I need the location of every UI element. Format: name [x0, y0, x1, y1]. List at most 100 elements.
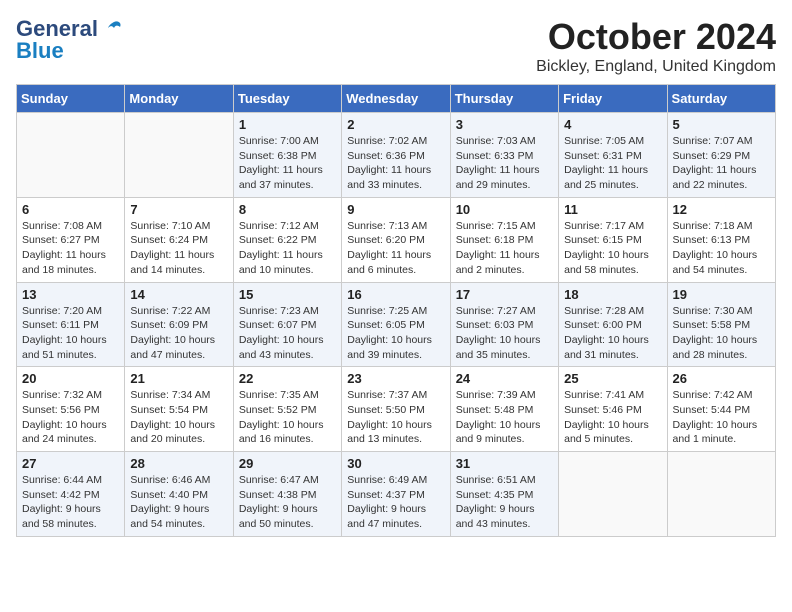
- table-row: 29Sunrise: 6:47 AM Sunset: 4:38 PM Dayli…: [233, 452, 341, 537]
- header-monday: Monday: [125, 85, 233, 113]
- table-row: 18 Sunrise: 7:28 AM Sunset: 6:00 PM Dayli…: [559, 282, 667, 367]
- table-row: 25 Sunrise: 7:41 AM Sunset: 5:46 PM Dayli…: [559, 367, 667, 452]
- table-row: 16 Sunrise: 7:25 AM Sunset: 6:05 PM Dayli…: [342, 282, 450, 367]
- day-info: Sunrise: 7:32 AM Sunset: 5:56 PM Dayligh…: [22, 388, 119, 447]
- header-sunday: Sunday: [17, 85, 125, 113]
- table-row: [667, 452, 775, 537]
- day-number: 31: [456, 456, 553, 471]
- day-number: 19: [673, 287, 770, 302]
- day-info: Sunrise: 7:10 AM Sunset: 6:24 PM Dayligh…: [130, 219, 227, 278]
- day-info: Sunrise: 7:13 AM Sunset: 6:20 PM Dayligh…: [347, 219, 444, 278]
- day-info: Sunrise: 7:05 AM Sunset: 6:31 PM Dayligh…: [564, 134, 661, 193]
- day-number: 9: [347, 202, 444, 217]
- table-row: 24 Sunrise: 7:39 AM Sunset: 5:48 PM Dayli…: [450, 367, 558, 452]
- day-info: Sunrise: 7:00 AM Sunset: 6:38 PM Dayligh…: [239, 134, 336, 193]
- day-number: 16: [347, 287, 444, 302]
- day-info: Sunrise: 7:02 AM Sunset: 6:36 PM Dayligh…: [347, 134, 444, 193]
- day-info: Sunrise: 7:23 AM Sunset: 6:07 PM Dayligh…: [239, 304, 336, 363]
- day-number: 3: [456, 117, 553, 132]
- day-info: Sunrise: 7:27 AM Sunset: 6:03 PM Dayligh…: [456, 304, 553, 363]
- header-wednesday: Wednesday: [342, 85, 450, 113]
- day-number: 30: [347, 456, 444, 471]
- logo-bird-icon: [100, 18, 122, 40]
- day-info: Sunrise: 7:18 AM Sunset: 6:13 PM Dayligh…: [673, 219, 770, 278]
- day-info: Sunrise: 6:46 AM Sunset: 4:40 PM Dayligh…: [130, 473, 227, 532]
- table-row: 10 Sunrise: 7:15 AM Sunset: 6:18 PM Dayli…: [450, 197, 558, 282]
- day-info: Sunrise: 7:30 AM Sunset: 5:58 PM Dayligh…: [673, 304, 770, 363]
- logo: General Blue: [16, 16, 122, 64]
- day-info: Sunrise: 7:37 AM Sunset: 5:50 PM Dayligh…: [347, 388, 444, 447]
- day-info: Sunrise: 7:41 AM Sunset: 5:46 PM Dayligh…: [564, 388, 661, 447]
- day-info: Sunrise: 7:07 AM Sunset: 6:29 PM Dayligh…: [673, 134, 770, 193]
- table-row: 7 Sunrise: 7:10 AM Sunset: 6:24 PM Daylig…: [125, 197, 233, 282]
- page-header: General Blue October 2024 Bickley, Engla…: [16, 16, 776, 76]
- location-text: Bickley, England, United Kingdom: [536, 58, 776, 76]
- day-info: Sunrise: 7:03 AM Sunset: 6:33 PM Dayligh…: [456, 134, 553, 193]
- day-info: Sunrise: 7:28 AM Sunset: 6:00 PM Dayligh…: [564, 304, 661, 363]
- day-number: 4: [564, 117, 661, 132]
- table-row: 26 Sunrise: 7:42 AM Sunset: 5:44 PM Dayli…: [667, 367, 775, 452]
- table-row: 9 Sunrise: 7:13 AM Sunset: 6:20 PM Daylig…: [342, 197, 450, 282]
- table-row: 14Sunrise: 7:22 AM Sunset: 6:09 PM Dayli…: [125, 282, 233, 367]
- header-saturday: Saturday: [667, 85, 775, 113]
- day-info: Sunrise: 7:20 AM Sunset: 6:11 PM Dayligh…: [22, 304, 119, 363]
- day-number: 5: [673, 117, 770, 132]
- table-row: 5 Sunrise: 7:07 AM Sunset: 6:29 PM Daylig…: [667, 113, 775, 198]
- day-number: 22: [239, 371, 336, 386]
- table-row: 31Sunrise: 6:51 AM Sunset: 4:35 PM Dayli…: [450, 452, 558, 537]
- day-number: 1: [239, 117, 336, 132]
- table-row: 30 Sunrise: 6:49 AM Sunset: 4:37 PM Dayli…: [342, 452, 450, 537]
- day-info: Sunrise: 7:08 AM Sunset: 6:27 PM Dayligh…: [22, 219, 119, 278]
- day-info: Sunrise: 7:22 AM Sunset: 6:09 PM Dayligh…: [130, 304, 227, 363]
- table-row: 12 Sunrise: 7:18 AM Sunset: 6:13 PM Dayli…: [667, 197, 775, 282]
- day-number: 11: [564, 202, 661, 217]
- day-info: Sunrise: 7:39 AM Sunset: 5:48 PM Dayligh…: [456, 388, 553, 447]
- table-row: 6 Sunrise: 7:08 AM Sunset: 6:27 PM Daylig…: [17, 197, 125, 282]
- day-info: Sunrise: 6:49 AM Sunset: 4:37 PM Dayligh…: [347, 473, 444, 532]
- day-info: Sunrise: 7:17 AM Sunset: 6:15 PM Dayligh…: [564, 219, 661, 278]
- table-row: 2 Sunrise: 7:02 AM Sunset: 6:36 PM Daylig…: [342, 113, 450, 198]
- calendar-header-row: Sunday Monday Tuesday Wednesday Thursday…: [17, 85, 776, 113]
- day-number: 7: [130, 202, 227, 217]
- header-tuesday: Tuesday: [233, 85, 341, 113]
- day-number: 23: [347, 371, 444, 386]
- day-number: 17: [456, 287, 553, 302]
- day-info: Sunrise: 7:15 AM Sunset: 6:18 PM Dayligh…: [456, 219, 553, 278]
- table-row: 21 Sunrise: 7:34 AM Sunset: 5:54 PM Dayli…: [125, 367, 233, 452]
- month-title: October 2024: [536, 16, 776, 58]
- table-row: 22 Sunrise: 7:35 AM Sunset: 5:52 PM Dayli…: [233, 367, 341, 452]
- table-row: 11 Sunrise: 7:17 AM Sunset: 6:15 PM Dayli…: [559, 197, 667, 282]
- day-number: 2: [347, 117, 444, 132]
- day-info: Sunrise: 7:12 AM Sunset: 6:22 PM Dayligh…: [239, 219, 336, 278]
- day-number: 27: [22, 456, 119, 471]
- table-row: [125, 113, 233, 198]
- table-row: 4 Sunrise: 7:05 AM Sunset: 6:31 PM Daylig…: [559, 113, 667, 198]
- table-row: 23 Sunrise: 7:37 AM Sunset: 5:50 PM Dayli…: [342, 367, 450, 452]
- day-number: 25: [564, 371, 661, 386]
- table-row: 13 Sunrise: 7:20 AM Sunset: 6:11 PM Dayli…: [17, 282, 125, 367]
- day-number: 13: [22, 287, 119, 302]
- day-number: 26: [673, 371, 770, 386]
- day-number: 8: [239, 202, 336, 217]
- day-info: Sunrise: 7:35 AM Sunset: 5:52 PM Dayligh…: [239, 388, 336, 447]
- day-info: Sunrise: 6:44 AM Sunset: 4:42 PM Dayligh…: [22, 473, 119, 532]
- table-row: 28Sunrise: 6:46 AM Sunset: 4:40 PM Dayli…: [125, 452, 233, 537]
- day-number: 12: [673, 202, 770, 217]
- day-number: 24: [456, 371, 553, 386]
- day-number: 6: [22, 202, 119, 217]
- table-row: 1 Sunrise: 7:00 AM Sunset: 6:38 PM Daylig…: [233, 113, 341, 198]
- day-number: 21: [130, 371, 227, 386]
- day-info: Sunrise: 7:42 AM Sunset: 5:44 PM Dayligh…: [673, 388, 770, 447]
- day-number: 18: [564, 287, 661, 302]
- table-row: [559, 452, 667, 537]
- header-thursday: Thursday: [450, 85, 558, 113]
- header-friday: Friday: [559, 85, 667, 113]
- table-row: 20 Sunrise: 7:32 AM Sunset: 5:56 PM Dayli…: [17, 367, 125, 452]
- day-number: 20: [22, 371, 119, 386]
- table-row: 17 Sunrise: 7:27 AM Sunset: 6:03 PM Dayli…: [450, 282, 558, 367]
- day-number: 10: [456, 202, 553, 217]
- day-info: Sunrise: 7:34 AM Sunset: 5:54 PM Dayligh…: [130, 388, 227, 447]
- day-info: Sunrise: 6:47 AM Sunset: 4:38 PM Dayligh…: [239, 473, 336, 532]
- day-info: Sunrise: 7:25 AM Sunset: 6:05 PM Dayligh…: [347, 304, 444, 363]
- table-row: 15Sunrise: 7:23 AM Sunset: 6:07 PM Dayli…: [233, 282, 341, 367]
